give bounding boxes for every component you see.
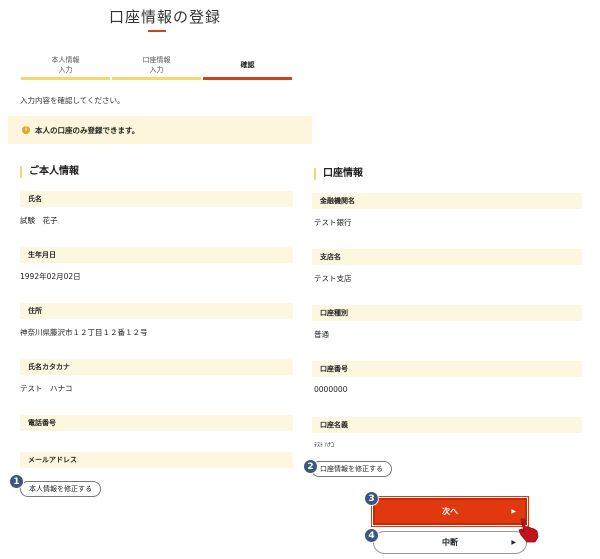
step-label: 本人情報 (51, 56, 80, 64)
field-value-name: 試験 花子 (20, 216, 58, 225)
field-value-kana: テスト ハナコ (20, 384, 73, 393)
step-label: 口座情報 (142, 56, 171, 64)
account-section-title: 口座情報 (314, 168, 363, 180)
step-label: 確認 (240, 61, 255, 69)
step-badge-3: 3 (364, 491, 379, 506)
notice-text: 本人の口座のみ登録できます。 (35, 125, 140, 135)
page-title: 口座情報の登録 (108, 8, 221, 26)
personal-section-title: ご本人情報 (20, 166, 79, 178)
step-badge-4: 4 (364, 528, 379, 543)
field-value-bank: テスト銀行 (314, 218, 352, 227)
field-label-birthdate: 生年月日 (20, 247, 293, 263)
arrow-right-icon: ▶ (511, 508, 516, 515)
field-label-bank: 金融機関名 (312, 193, 582, 209)
notice-box: i 本人の口座のみ登録できます。 (8, 116, 312, 144)
field-label-branch: 支店名 (312, 249, 582, 265)
next-button-label: 次へ (442, 507, 458, 516)
hand-pointer-icon (518, 518, 539, 543)
info-icon: i (22, 126, 30, 134)
step-badge-2: 2 (303, 459, 318, 474)
field-label-address: 住所 (20, 303, 293, 319)
cancel-button-label: 中断 (442, 538, 458, 547)
field-value-account-holder: ﾃｽﾄ ﾊﾅｺ (314, 442, 334, 449)
title-underline (148, 30, 166, 32)
step-bar-active (203, 77, 292, 80)
step-badge-1: 1 (9, 474, 24, 489)
field-label-kana: 氏名カタカナ (20, 359, 293, 375)
field-label-account-type: 口座種別 (312, 305, 582, 321)
field-value-branch: テスト支店 (314, 274, 352, 283)
field-label-phone: 電話番号 (20, 415, 293, 431)
field-label-account-number: 口座番号 (312, 361, 582, 377)
field-label-email: メールアドレス (20, 452, 293, 468)
step-label-sub: 入力 (58, 66, 73, 74)
step-bar (112, 77, 201, 80)
step-bar (21, 77, 110, 80)
step-personal-info: 本人情報 入力 (20, 54, 111, 80)
field-value-account-number: 0000000 (314, 385, 348, 394)
edit-account-info-button[interactable]: 口座情報を修正する (311, 461, 392, 477)
progress-steps: 本人情報 入力 口座情報 入力 確認 (20, 54, 293, 80)
field-value-account-type: 普通 (314, 330, 329, 339)
field-label-account-holder: 口座名義 (312, 417, 582, 433)
step-label-sub: 入力 (149, 66, 164, 74)
next-button[interactable]: 次へ ▶ (371, 496, 529, 527)
field-value-birthdate: 1992年02月02日 (20, 272, 81, 281)
field-label-name: 氏名 (20, 191, 293, 207)
cancel-button[interactable]: 中断 ▶ (373, 531, 527, 554)
step-confirm: 確認 (202, 54, 293, 80)
edit-personal-info-button[interactable]: 本人情報を修正する (20, 481, 101, 497)
lead-text: 入力内容を確認してください。 (20, 96, 125, 105)
step-account-info: 口座情報 入力 (111, 54, 202, 80)
field-value-address: 神奈川県藤沢市１２丁目１２番１２号 (20, 328, 148, 337)
